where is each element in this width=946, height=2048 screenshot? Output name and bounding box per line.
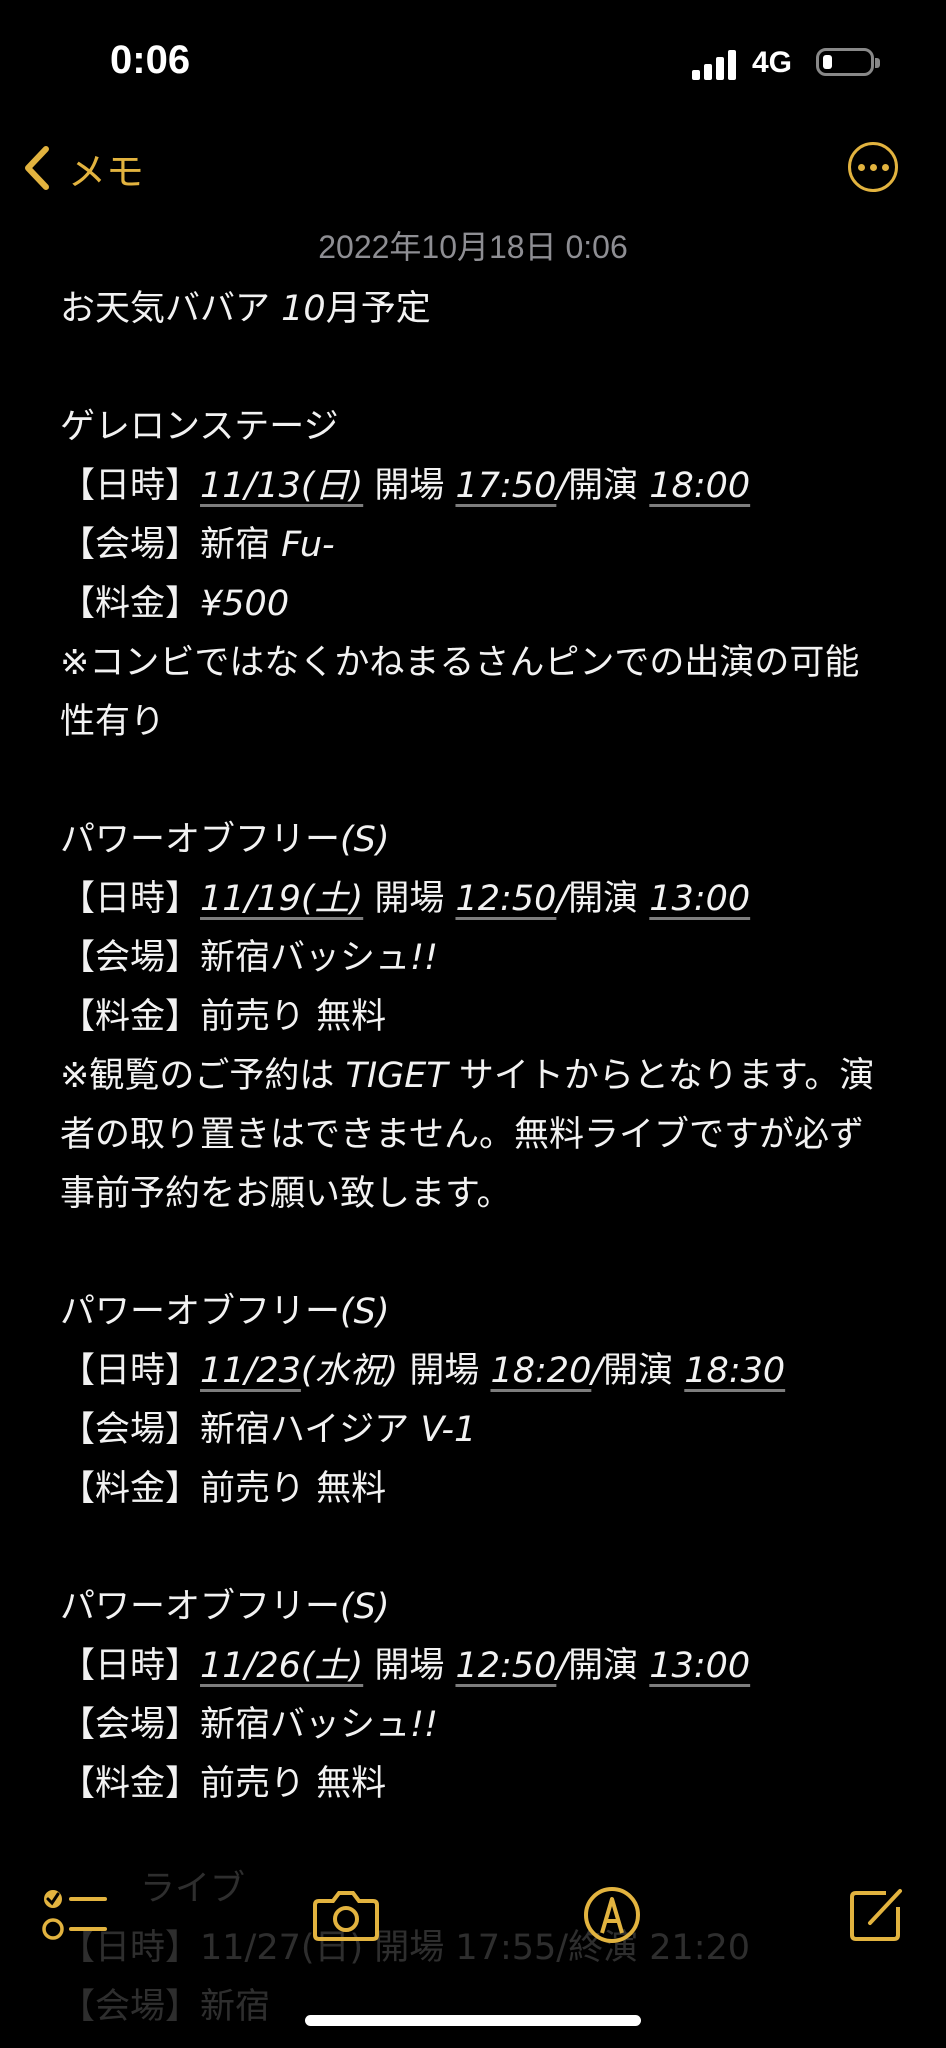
note-text: パワーオブフリー <box>60 820 341 860</box>
note-text: 【料金】前売り 無料 <box>60 997 387 1037</box>
note-text: お天気ババア <box>60 289 282 329</box>
note-line <box>60 339 890 398</box>
note-text: 【会場】新宿バッシュ <box>60 1705 411 1745</box>
note-line: 【日時】11/13(日) 開場 17:50/開演 18:00 <box>60 457 890 516</box>
note-date: 2022年10月18日 0:06 <box>318 229 628 265</box>
note-line: パワーオブフリー(S) <box>60 1578 890 1637</box>
note-text: 月予定 <box>325 289 431 329</box>
note-line: パワーオブフリー(S) <box>60 1283 890 1342</box>
note-text: 【日時】 <box>60 1351 201 1391</box>
note-text: 【料金】前売り 無料 <box>60 1764 387 1800</box>
note-text: V-1 <box>420 1410 477 1450</box>
note-line: 【日時】11/26(土) 開場 12:50/開演 13:00 <box>60 1637 890 1696</box>
date-link[interactable]: 13:00 <box>649 879 750 919</box>
note-line: お天気ババア 10月予定 <box>60 280 890 339</box>
note-text: / <box>556 1646 569 1686</box>
date-link[interactable]: 12:50 <box>455 879 556 919</box>
note-text: ゲレロンステージ <box>60 407 339 447</box>
note-text: (S) <box>340 1587 390 1627</box>
note-line: 【会場】新宿バッシュ!! <box>60 1696 890 1755</box>
note-line: 【料金】前売り 無料 <box>60 1755 890 1800</box>
home-indicator[interactable] <box>305 2015 641 2026</box>
back-label: メモ <box>68 149 145 194</box>
note-line: ※観覧のご予約は TIGET サイトからとなります。演者の取り置きはできません。… <box>60 1047 890 1224</box>
note-text: 開演 <box>568 879 650 919</box>
cellular-signal-icon <box>692 50 738 80</box>
note-line <box>60 1519 890 1578</box>
compose-icon[interactable] <box>836 1870 916 1960</box>
status-bar: 0:06 4G <box>0 0 946 120</box>
note-line: パワーオブフリー(S) <box>60 811 890 870</box>
note-text: 開演 <box>603 1351 685 1391</box>
note-text: / <box>556 466 569 506</box>
network-type: 4G <box>752 46 793 79</box>
note-text: 開演 <box>568 1646 650 1686</box>
date-link[interactable]: 18:00 <box>649 466 750 506</box>
note-line <box>60 1224 890 1283</box>
note-text: (S) <box>340 1292 390 1332</box>
note-text: 【会場】新宿バッシュ <box>60 938 411 978</box>
note-line: ゲレロンステージ <box>60 398 890 457</box>
clock: 0:06 <box>110 38 191 82</box>
note-text: ※観覧のご予約は <box>60 1056 346 1096</box>
note-text: / <box>556 879 569 919</box>
battery-icon <box>816 48 880 76</box>
note-text: 【日時】 <box>60 879 201 919</box>
note-line: 【日時】11/23(水祝) 開場 18:20/開演 18:30 <box>60 1342 890 1401</box>
date-link[interactable]: 17:50 <box>455 466 556 506</box>
markup-pen-icon[interactable] <box>572 1870 652 1960</box>
note-text: (水祝) <box>300 1351 399 1391</box>
note-text: 【料金】 <box>60 584 201 624</box>
date-link[interactable]: 18:20 <box>490 1351 591 1391</box>
note-line: 【会場】新宿ハイジア V-1 <box>60 1401 890 1460</box>
note-line <box>60 752 890 811</box>
note-text: 【日時】 <box>60 1646 201 1686</box>
note-body[interactable]: お天気ババア 10月予定 ゲレロンステージ 【日時】11/13(日) 開場 17:5… <box>60 280 890 1800</box>
note-text: 【日時】 <box>60 466 201 506</box>
more-options-icon[interactable] <box>848 142 898 192</box>
overflow-line: 【会場】新宿 <box>60 1987 271 2027</box>
note-text: !! <box>410 1705 439 1745</box>
note-line: 【料金】¥500 <box>60 575 890 634</box>
note-text: 10 <box>281 289 326 329</box>
checklist-icon[interactable] <box>36 1870 116 1960</box>
back-button[interactable]: メモ <box>20 138 144 198</box>
camera-icon[interactable] <box>306 1870 386 1960</box>
date-link[interactable]: 12:50 <box>455 1646 556 1686</box>
note-text: ¥500 <box>200 584 290 624</box>
note-line: 【料金】前売り 無料 <box>60 1460 890 1519</box>
note-text: 【会場】新宿 <box>60 525 282 565</box>
note-text: パワーオブフリー <box>60 1292 341 1332</box>
bottom-toolbar <box>0 1870 946 1960</box>
note-text: 開場 <box>363 466 456 506</box>
date-link[interactable]: 13:00 <box>649 1646 750 1686</box>
note-text: 開場 <box>398 1351 491 1391</box>
date-link[interactable]: 18:30 <box>684 1351 785 1391</box>
note-line: 【料金】前売り 無料 <box>60 988 890 1047</box>
note-text: / <box>591 1351 604 1391</box>
note-text: !! <box>410 938 439 978</box>
note-text: Fu- <box>281 525 335 565</box>
note-line: 【日時】11/19(土) 開場 12:50/開演 13:00 <box>60 870 890 929</box>
note-text: 開場 <box>363 879 456 919</box>
date-link[interactable]: 11/19(土) <box>200 879 363 919</box>
note-text: 【料金】前売り 無料 <box>60 1469 387 1509</box>
note-line: 【会場】新宿バッシュ!! <box>60 929 890 988</box>
date-link[interactable]: 11/26(土) <box>200 1646 363 1686</box>
date-link[interactable]: 11/23 <box>200 1351 301 1391</box>
note-text: TIGET <box>345 1056 448 1096</box>
note-line: ※コンビではなくかねまるさんピンでの出演の可能性有り <box>60 634 890 752</box>
note-text: ※コンビではなくかねまるさんピンでの出演の可能性有り <box>60 643 860 742</box>
note-line: 【会場】新宿 Fu- <box>60 516 890 575</box>
note-text: パワーオブフリー <box>60 1587 341 1627</box>
note-text: 【会場】新宿ハイジア <box>60 1410 421 1450</box>
note-text: 開演 <box>568 466 650 506</box>
chevron-left-icon <box>25 146 49 190</box>
note-text: (S) <box>340 820 390 860</box>
date-link[interactable]: 11/13(日) <box>200 466 363 506</box>
note-text: 開場 <box>363 1646 456 1686</box>
